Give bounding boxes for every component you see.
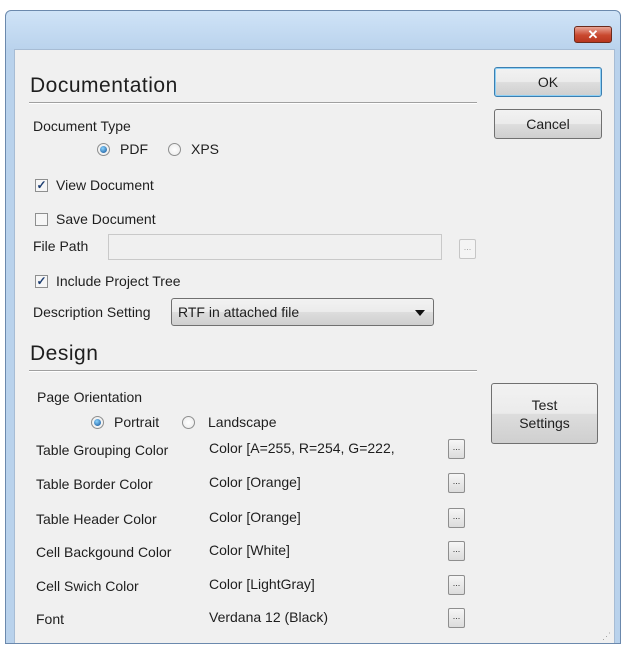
checkmark-icon: ✓ — [36, 274, 47, 288]
table-header-color-value: Color [Orange] — [207, 506, 437, 528]
save-document-checkbox[interactable] — [35, 213, 48, 226]
page-orientation-label: Page Orientation — [37, 389, 143, 405]
landscape-radio-label[interactable]: Landscape — [208, 414, 277, 430]
cell-switch-color-button[interactable]: ... — [448, 575, 465, 595]
documentation-divider — [29, 102, 477, 104]
table-grouping-color-button[interactable]: ... — [448, 439, 465, 459]
table-grouping-color-value: Color [A=255, R=254, G=222, — [207, 437, 437, 459]
design-section-title: Design — [30, 342, 99, 365]
table-header-color-button[interactable]: ... — [448, 508, 465, 528]
include-project-tree-label[interactable]: Include Project Tree — [56, 273, 181, 289]
view-document-label[interactable]: View Document — [56, 177, 154, 193]
save-document-label[interactable]: Save Document — [56, 211, 156, 227]
cancel-button[interactable]: Cancel — [494, 109, 602, 139]
close-icon: ✕ — [587, 27, 599, 42]
cell-switch-color-label: Cell Swich Color — [36, 578, 139, 594]
title-bar[interactable]: ✕ — [6, 11, 620, 49]
checkmark-icon: ✓ — [36, 178, 47, 192]
xps-radio-label[interactable]: XPS — [191, 141, 219, 157]
pdf-radio[interactable] — [97, 143, 110, 156]
close-button[interactable]: ✕ — [574, 26, 612, 43]
cell-switch-color-value: Color [LightGray] — [207, 573, 437, 595]
portrait-radio-label[interactable]: Portrait — [114, 414, 159, 430]
font-value: Verdana 12 (Black) — [207, 606, 437, 628]
chevron-down-icon — [415, 310, 425, 316]
ok-button[interactable]: OK — [494, 67, 602, 97]
description-setting-dropdown[interactable]: RTF in attached file — [171, 298, 434, 326]
cell-background-color-label: Cell Backgound Color — [36, 544, 172, 560]
test-settings-button[interactable]: Test Settings — [491, 383, 598, 444]
font-label: Font — [36, 611, 65, 627]
description-setting-value: RTF in attached file — [178, 304, 300, 320]
resize-grip-icon[interactable]: ⋰ — [602, 632, 611, 641]
description-setting-label: Description Setting — [33, 304, 151, 320]
pdf-radio-label[interactable]: PDF — [120, 141, 148, 157]
document-type-label: Document Type — [33, 118, 131, 134]
xps-radio[interactable] — [168, 143, 181, 156]
table-grouping-color-label: Table Grouping Color — [36, 442, 169, 458]
portrait-radio[interactable] — [91, 416, 104, 429]
cell-background-color-value: Color [White] — [207, 539, 437, 561]
table-border-color-button[interactable]: ... — [448, 473, 465, 493]
documentation-section-title: Documentation — [30, 74, 178, 97]
dialog-client-area: Documentation Document Type PDF XPS ✓ Vi… — [14, 49, 615, 643]
table-border-color-value: Color [Orange] — [207, 471, 437, 493]
view-document-checkbox[interactable]: ✓ — [35, 179, 48, 192]
table-border-color-label: Table Border Color — [36, 476, 153, 492]
test-settings-label-line1: Test — [531, 396, 558, 413]
font-button[interactable]: ... — [448, 608, 465, 628]
dialog-window: ✕ Documentation Document Type PDF XPS ✓ … — [5, 10, 621, 644]
file-path-input[interactable] — [108, 234, 442, 260]
table-header-color-label: Table Header Color — [36, 511, 157, 527]
cell-background-color-button[interactable]: ... — [448, 541, 465, 561]
test-settings-label-line2: Settings — [519, 414, 570, 431]
file-path-label: File Path — [33, 238, 89, 254]
include-project-tree-checkbox[interactable]: ✓ — [35, 275, 48, 288]
landscape-radio[interactable] — [182, 416, 195, 429]
file-path-browse-button[interactable]: ... — [459, 239, 476, 259]
design-divider — [29, 370, 477, 372]
